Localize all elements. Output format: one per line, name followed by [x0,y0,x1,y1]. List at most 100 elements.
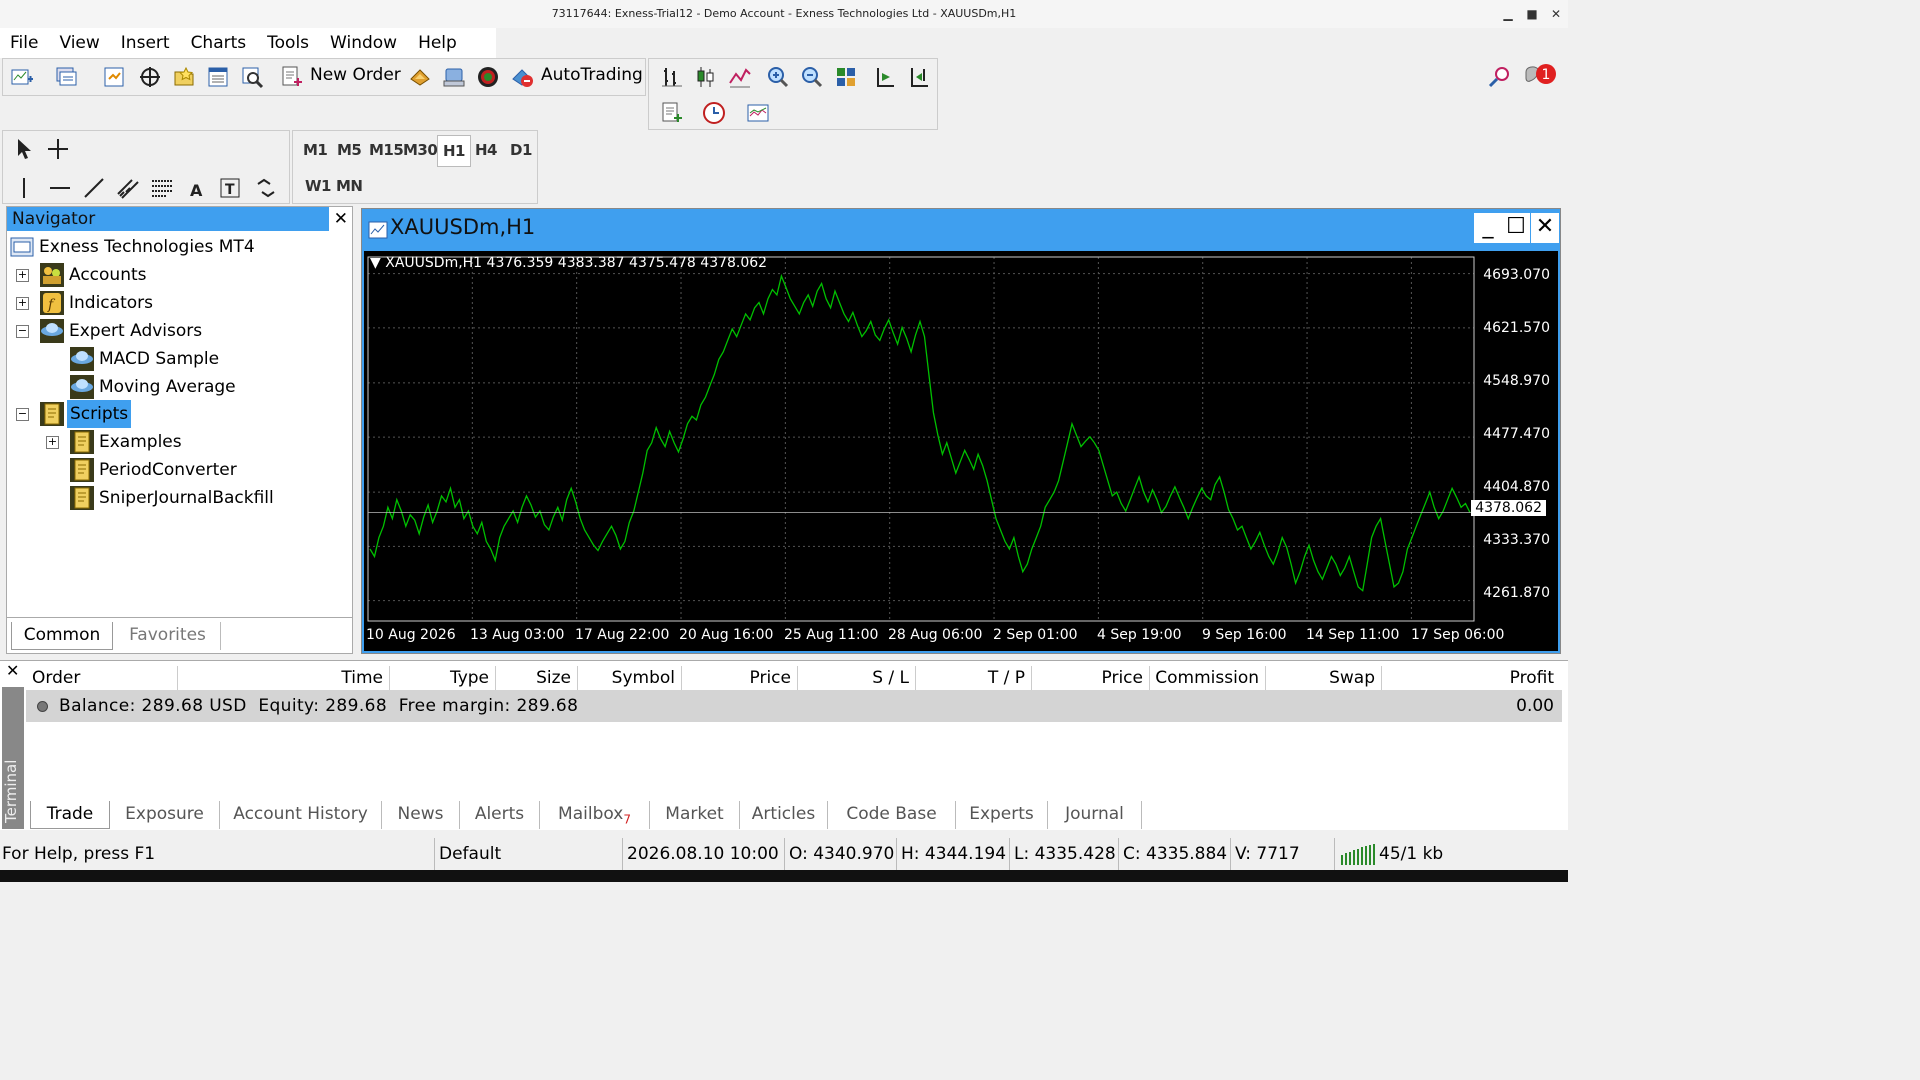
window-title: 73117644: Exness-Trial12 - Demo Account … [551,7,1017,20]
menu-tools[interactable]: Tools [257,28,320,54]
alerts-bell-icon[interactable]: 1 [1520,62,1560,92]
terminal-close-icon[interactable]: ✕ [6,661,19,680]
chart-close-button[interactable]: ✕ [1531,213,1559,243]
column-swap[interactable]: Swap [1266,666,1382,690]
vertical-line-icon[interactable] [9,173,39,203]
market-watch-icon[interactable] [99,62,129,92]
scripts-expander[interactable]: − [16,408,29,421]
script-icon [70,486,94,510]
navigator-tab-common[interactable]: Common [11,622,113,650]
timeframe-h4[interactable]: H4 [475,135,498,165]
autotrading-icon[interactable] [507,62,537,92]
strategy-tester-icon[interactable] [237,62,267,92]
terminal-tab-code-base[interactable]: Code Base [828,801,956,829]
chart-maximize-button[interactable]: ☐ [1502,213,1530,243]
column-time[interactable]: Time [178,666,390,690]
equidistant-channel-icon[interactable] [113,173,143,203]
status-connection[interactable]: 45/1 kb [1334,838,1566,870]
column-sl[interactable]: S / L [798,666,916,690]
horizontal-line-icon[interactable] [45,173,75,203]
navigator-close-icon[interactable]: ✕ [334,207,348,231]
status-bar: For Help, press F1 Default 2026.08.10 10… [0,838,1568,870]
chart-dropdown-icon[interactable]: ▼ [370,255,381,271]
indicators-list-icon[interactable] [657,98,687,128]
new-order-icon[interactable] [277,62,307,92]
timeframe-mn[interactable]: MN [336,171,363,201]
close-window-button[interactable]: ✕ [1544,0,1568,28]
menu-window[interactable]: Window [320,28,408,54]
chart-minimize-button[interactable]: _ [1474,213,1502,243]
column-symbol[interactable]: Symbol [578,666,682,690]
terminal-tab-trade[interactable]: Trade [30,801,110,829]
market-icon[interactable] [473,62,503,92]
search-icon[interactable] [1484,62,1514,92]
auto-scroll-icon[interactable] [905,62,935,92]
bar-chart-icon[interactable] [657,62,687,92]
expert-advisors-expander[interactable]: − [16,325,29,338]
chart-shift-icon[interactable] [871,62,901,92]
periods-clock-icon[interactable] [699,98,729,128]
indicators-expander[interactable]: + [16,297,29,310]
tile-windows-icon[interactable] [831,62,861,92]
timeframe-d1[interactable]: D1 [510,135,532,165]
accounts-expander[interactable]: + [16,269,29,282]
menu-file[interactable]: File [0,28,49,54]
column-tp[interactable]: T / P [916,666,1032,690]
arrows-icon[interactable] [251,173,281,203]
line-chart-icon[interactable] [725,62,755,92]
text-icon[interactable]: A [181,173,211,203]
terminal-tab-mailbox[interactable]: Mailbox7 [540,801,650,829]
templates-icon[interactable] [743,98,773,128]
menu-view[interactable]: View [49,28,110,54]
menu-help[interactable]: Help [408,28,468,54]
terminal-tab-experts[interactable]: Experts [956,801,1048,829]
trendline-icon[interactable] [79,173,109,203]
examples-expander[interactable]: + [46,436,59,449]
terminal-icon[interactable] [203,62,233,92]
maximize-window-button[interactable]: ■ [1520,0,1544,28]
timeframe-m5[interactable]: M5 [337,135,362,165]
cursor-icon[interactable] [9,134,39,164]
menu-charts[interactable]: Charts [181,28,258,54]
balance-row[interactable]: Balance: 289.68 USD Equity: 289.68 Free … [26,690,1562,722]
column-size[interactable]: Size [496,666,578,690]
column-type[interactable]: Type [390,666,496,690]
timeframe-m15[interactable]: M15 [369,135,404,165]
crosshair-icon[interactable] [43,134,73,164]
zoom-out-icon[interactable] [797,62,827,92]
navigator-icon[interactable] [169,62,199,92]
navigator-tab-favorites[interactable]: Favorites [115,622,221,650]
minimize-window-button[interactable]: ▁ [1496,0,1520,28]
new-chart-icon[interactable] [7,62,37,92]
status-profile[interactable]: Default [434,838,501,870]
signals-icon[interactable] [439,62,469,92]
column-commission[interactable]: Commission [1150,666,1266,690]
column-price-current[interactable]: Price [1032,666,1150,690]
text-label-icon[interactable]: T [215,173,245,203]
zoom-in-icon[interactable] [763,62,793,92]
autotrading-button[interactable]: AutoTrading [541,60,643,90]
timeframe-m1[interactable]: M1 [303,135,328,165]
menu-insert[interactable]: Insert [111,28,181,54]
terminal-tab-journal[interactable]: Journal [1048,801,1142,829]
terminal-tab-exposure[interactable]: Exposure [110,801,220,829]
terminal-tab-alerts[interactable]: Alerts [460,801,540,829]
metaeditor-icon[interactable] [405,62,435,92]
timeframe-m30[interactable]: M30 [403,135,438,165]
column-profit[interactable]: Profit [1382,666,1560,690]
price-chart[interactable]: ▼ XAUUSDm,H1 4376.359 4383.387 4375.478 … [364,251,1558,651]
timeframe-w1[interactable]: W1 [305,171,331,201]
fibonacci-icon[interactable] [147,173,177,203]
candlestick-icon[interactable] [691,62,721,92]
timeframe-h1[interactable]: H1 [437,135,471,167]
terminal-tab-account-history[interactable]: Account History [220,801,382,829]
terminal-tab-articles[interactable]: Articles [740,801,828,829]
terminal-tab-news[interactable]: News [382,801,460,829]
data-window-icon[interactable] [135,62,165,92]
tree-label-indicators: Indicators [69,293,153,313]
column-price[interactable]: Price [682,666,798,690]
new-order-button[interactable]: New Order [310,60,401,90]
profiles-icon[interactable] [51,62,81,92]
terminal-tab-market[interactable]: Market [650,801,740,829]
column-order[interactable]: Order [26,666,178,690]
